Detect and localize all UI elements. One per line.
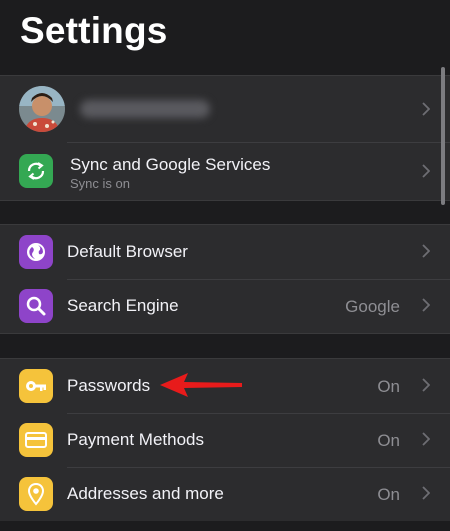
addresses-label: Addresses and more xyxy=(67,484,224,503)
scrollbar[interactable] xyxy=(441,67,445,205)
sync-icon xyxy=(19,154,53,188)
passwords-value: On xyxy=(377,377,400,396)
payment-methods-value: On xyxy=(377,431,400,450)
sync-status: Sync is on xyxy=(70,176,130,191)
red-arrow-icon xyxy=(160,373,242,397)
credit-card-icon xyxy=(19,423,53,457)
passwords-label: Passwords xyxy=(67,376,151,395)
browser-group: Default Browser Search Engine Google xyxy=(0,224,450,334)
chevron-right-icon xyxy=(422,298,430,312)
chevron-right-icon xyxy=(422,244,430,258)
search-icon xyxy=(19,289,53,323)
page-title: Settings xyxy=(20,10,168,51)
key-icon xyxy=(19,369,53,403)
account-group: Sync and Google Services Sync is on xyxy=(0,75,450,201)
sync-google-services-row[interactable]: Sync and Google Services Sync is on xyxy=(0,142,450,200)
profile-row[interactable] xyxy=(0,76,450,142)
globe-icon xyxy=(19,235,53,269)
search-engine-value: Google xyxy=(345,297,400,316)
search-engine-row[interactable]: Search Engine Google xyxy=(0,279,450,333)
default-browser-label: Default Browser xyxy=(67,242,188,261)
default-browser-row[interactable]: Default Browser xyxy=(0,225,450,279)
avatar xyxy=(19,86,65,132)
addresses-value: On xyxy=(377,485,400,504)
location-pin-icon xyxy=(19,477,53,511)
addresses-row[interactable]: Addresses and more On xyxy=(0,467,450,521)
payment-methods-row[interactable]: Payment Methods On xyxy=(0,413,450,467)
sync-label: Sync and Google Services xyxy=(70,155,271,174)
chevron-right-icon xyxy=(422,378,430,392)
payment-methods-label: Payment Methods xyxy=(67,430,205,449)
chevron-right-icon xyxy=(422,432,430,446)
search-engine-label: Search Engine xyxy=(67,296,179,315)
chevron-right-icon xyxy=(422,164,430,178)
blurred-account-name xyxy=(80,100,210,118)
chevron-right-icon xyxy=(422,486,430,500)
chevron-right-icon xyxy=(422,102,430,116)
